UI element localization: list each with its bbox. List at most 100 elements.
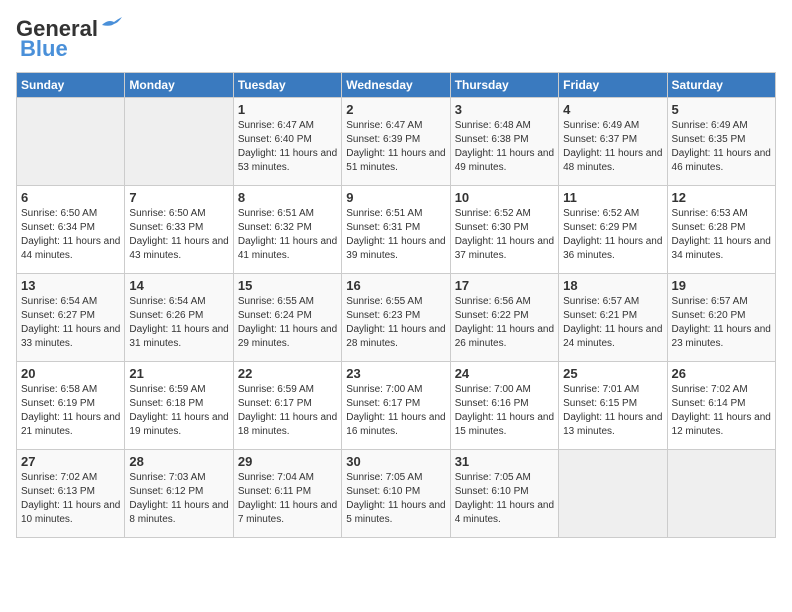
day-info: Sunrise: 6:57 AM Sunset: 6:21 PM Dayligh… bbox=[563, 295, 662, 351]
calendar-cell: 15 Sunrise: 6:55 AM Sunset: 6:24 PM Dayli… bbox=[233, 274, 341, 362]
day-info: Sunrise: 6:52 AM Sunset: 6:30 PM Dayligh… bbox=[455, 207, 554, 263]
day-info: Sunrise: 6:54 AM Sunset: 6:26 PM Dayligh… bbox=[129, 295, 228, 351]
day-number: 12 bbox=[672, 190, 771, 205]
calendar-cell bbox=[559, 450, 667, 538]
day-info: Sunrise: 6:51 AM Sunset: 6:31 PM Dayligh… bbox=[346, 207, 445, 263]
weekday-header: Tuesday bbox=[233, 73, 341, 98]
calendar-cell: 13 Sunrise: 6:54 AM Sunset: 6:27 PM Dayli… bbox=[17, 274, 125, 362]
calendar-cell: 27 Sunrise: 7:02 AM Sunset: 6:13 PM Dayli… bbox=[17, 450, 125, 538]
calendar-cell: 24 Sunrise: 7:00 AM Sunset: 6:16 PM Dayli… bbox=[450, 362, 558, 450]
day-number: 10 bbox=[455, 190, 554, 205]
day-info: Sunrise: 7:01 AM Sunset: 6:15 PM Dayligh… bbox=[563, 383, 662, 439]
weekday-header: Wednesday bbox=[342, 73, 450, 98]
weekday-header: Friday bbox=[559, 73, 667, 98]
day-number: 16 bbox=[346, 278, 445, 293]
day-number: 1 bbox=[238, 102, 337, 117]
day-number: 14 bbox=[129, 278, 228, 293]
calendar-cell: 12Sunrise: 6:53 AM Sunset: 6:28 PM Dayli… bbox=[667, 186, 775, 274]
calendar-cell: 18 Sunrise: 6:57 AM Sunset: 6:21 PM Dayli… bbox=[559, 274, 667, 362]
calendar-cell: 21 Sunrise: 6:59 AM Sunset: 6:18 PM Dayli… bbox=[125, 362, 233, 450]
calendar-week-row: 6Sunrise: 6:50 AM Sunset: 6:34 PM Daylig… bbox=[17, 186, 776, 274]
day-number: 8 bbox=[238, 190, 337, 205]
day-info: Sunrise: 7:00 AM Sunset: 6:16 PM Dayligh… bbox=[455, 383, 554, 439]
day-number: 31 bbox=[455, 454, 554, 469]
day-number: 6 bbox=[21, 190, 120, 205]
day-number: 17 bbox=[455, 278, 554, 293]
day-number: 7 bbox=[129, 190, 228, 205]
day-number: 28 bbox=[129, 454, 228, 469]
calendar-cell: 26 Sunrise: 7:02 AM Sunset: 6:14 PM Dayli… bbox=[667, 362, 775, 450]
calendar-week-row: 27 Sunrise: 7:02 AM Sunset: 6:13 PM Dayli… bbox=[17, 450, 776, 538]
day-info: Sunrise: 6:54 AM Sunset: 6:27 PM Dayligh… bbox=[21, 295, 120, 351]
weekday-header: Thursday bbox=[450, 73, 558, 98]
day-info: Sunrise: 7:05 AM Sunset: 6:10 PM Dayligh… bbox=[346, 471, 445, 527]
day-info: Sunrise: 7:03 AM Sunset: 6:12 PM Dayligh… bbox=[129, 471, 228, 527]
calendar-cell bbox=[667, 450, 775, 538]
calendar-cell: 23 Sunrise: 7:00 AM Sunset: 6:17 PM Dayli… bbox=[342, 362, 450, 450]
day-info: Sunrise: 6:57 AM Sunset: 6:20 PM Dayligh… bbox=[672, 295, 771, 351]
day-number: 25 bbox=[563, 366, 662, 381]
day-info: Sunrise: 6:59 AM Sunset: 6:17 PM Dayligh… bbox=[238, 383, 337, 439]
logo: General Blue bbox=[16, 16, 122, 62]
day-number: 4 bbox=[563, 102, 662, 117]
day-number: 5 bbox=[672, 102, 771, 117]
calendar-cell: 6Sunrise: 6:50 AM Sunset: 6:34 PM Daylig… bbox=[17, 186, 125, 274]
calendar-cell: 10 Sunrise: 6:52 AM Sunset: 6:30 PM Dayli… bbox=[450, 186, 558, 274]
day-info: Sunrise: 6:52 AM Sunset: 6:29 PM Dayligh… bbox=[563, 207, 662, 263]
day-number: 11 bbox=[563, 190, 662, 205]
calendar-cell: 4 Sunrise: 6:49 AM Sunset: 6:37 PM Daylig… bbox=[559, 98, 667, 186]
calendar-cell: 11 Sunrise: 6:52 AM Sunset: 6:29 PM Dayli… bbox=[559, 186, 667, 274]
calendar-table: SundayMondayTuesdayWednesdayThursdayFrid… bbox=[16, 72, 776, 538]
calendar-cell: 19Sunrise: 6:57 AM Sunset: 6:20 PM Dayli… bbox=[667, 274, 775, 362]
day-info: Sunrise: 7:05 AM Sunset: 6:10 PM Dayligh… bbox=[455, 471, 554, 527]
calendar-cell: 14 Sunrise: 6:54 AM Sunset: 6:26 PM Dayli… bbox=[125, 274, 233, 362]
day-info: Sunrise: 6:51 AM Sunset: 6:32 PM Dayligh… bbox=[238, 207, 337, 263]
calendar-cell: 22 Sunrise: 6:59 AM Sunset: 6:17 PM Dayli… bbox=[233, 362, 341, 450]
day-info: Sunrise: 7:02 AM Sunset: 6:14 PM Dayligh… bbox=[672, 383, 771, 439]
day-info: Sunrise: 7:02 AM Sunset: 6:13 PM Dayligh… bbox=[21, 471, 120, 527]
day-number: 20 bbox=[21, 366, 120, 381]
calendar-cell: 28 Sunrise: 7:03 AM Sunset: 6:12 PM Dayli… bbox=[125, 450, 233, 538]
day-number: 24 bbox=[455, 366, 554, 381]
day-number: 15 bbox=[238, 278, 337, 293]
calendar-cell: 2 Sunrise: 6:47 AM Sunset: 6:39 PM Daylig… bbox=[342, 98, 450, 186]
calendar-cell: 1 Sunrise: 6:47 AM Sunset: 6:40 PM Daylig… bbox=[233, 98, 341, 186]
day-info: Sunrise: 6:47 AM Sunset: 6:39 PM Dayligh… bbox=[346, 119, 445, 175]
calendar-week-row: 1 Sunrise: 6:47 AM Sunset: 6:40 PM Daylig… bbox=[17, 98, 776, 186]
day-info: Sunrise: 6:48 AM Sunset: 6:38 PM Dayligh… bbox=[455, 119, 554, 175]
day-number: 9 bbox=[346, 190, 445, 205]
weekday-header: Saturday bbox=[667, 73, 775, 98]
day-info: Sunrise: 6:55 AM Sunset: 6:24 PM Dayligh… bbox=[238, 295, 337, 351]
day-info: Sunrise: 6:49 AM Sunset: 6:37 PM Dayligh… bbox=[563, 119, 662, 175]
calendar-cell: 30Sunrise: 7:05 AM Sunset: 6:10 PM Dayli… bbox=[342, 450, 450, 538]
day-info: Sunrise: 6:56 AM Sunset: 6:22 PM Dayligh… bbox=[455, 295, 554, 351]
day-number: 2 bbox=[346, 102, 445, 117]
day-info: Sunrise: 6:47 AM Sunset: 6:40 PM Dayligh… bbox=[238, 119, 337, 175]
day-number: 21 bbox=[129, 366, 228, 381]
calendar-cell: 25 Sunrise: 7:01 AM Sunset: 6:15 PM Dayli… bbox=[559, 362, 667, 450]
day-info: Sunrise: 6:59 AM Sunset: 6:18 PM Dayligh… bbox=[129, 383, 228, 439]
day-info: Sunrise: 6:58 AM Sunset: 6:19 PM Dayligh… bbox=[21, 383, 120, 439]
day-number: 22 bbox=[238, 366, 337, 381]
calendar-cell: 5Sunrise: 6:49 AM Sunset: 6:35 PM Daylig… bbox=[667, 98, 775, 186]
day-number: 18 bbox=[563, 278, 662, 293]
logo-blue: Blue bbox=[20, 36, 68, 62]
calendar-week-row: 13 Sunrise: 6:54 AM Sunset: 6:27 PM Dayli… bbox=[17, 274, 776, 362]
day-info: Sunrise: 7:00 AM Sunset: 6:17 PM Dayligh… bbox=[346, 383, 445, 439]
calendar-week-row: 20 Sunrise: 6:58 AM Sunset: 6:19 PM Dayli… bbox=[17, 362, 776, 450]
day-number: 26 bbox=[672, 366, 771, 381]
day-number: 13 bbox=[21, 278, 120, 293]
calendar-cell bbox=[125, 98, 233, 186]
day-number: 23 bbox=[346, 366, 445, 381]
day-info: Sunrise: 6:55 AM Sunset: 6:23 PM Dayligh… bbox=[346, 295, 445, 351]
calendar-cell: 3Sunrise: 6:48 AM Sunset: 6:38 PM Daylig… bbox=[450, 98, 558, 186]
day-info: Sunrise: 6:50 AM Sunset: 6:33 PM Dayligh… bbox=[129, 207, 228, 263]
calendar-cell: 7 Sunrise: 6:50 AM Sunset: 6:33 PM Daylig… bbox=[125, 186, 233, 274]
calendar-cell bbox=[17, 98, 125, 186]
day-number: 29 bbox=[238, 454, 337, 469]
calendar-cell: 9 Sunrise: 6:51 AM Sunset: 6:31 PM Daylig… bbox=[342, 186, 450, 274]
day-number: 27 bbox=[21, 454, 120, 469]
day-info: Sunrise: 7:04 AM Sunset: 6:11 PM Dayligh… bbox=[238, 471, 337, 527]
calendar-cell: 31 Sunrise: 7:05 AM Sunset: 6:10 PM Dayli… bbox=[450, 450, 558, 538]
weekday-header: Sunday bbox=[17, 73, 125, 98]
